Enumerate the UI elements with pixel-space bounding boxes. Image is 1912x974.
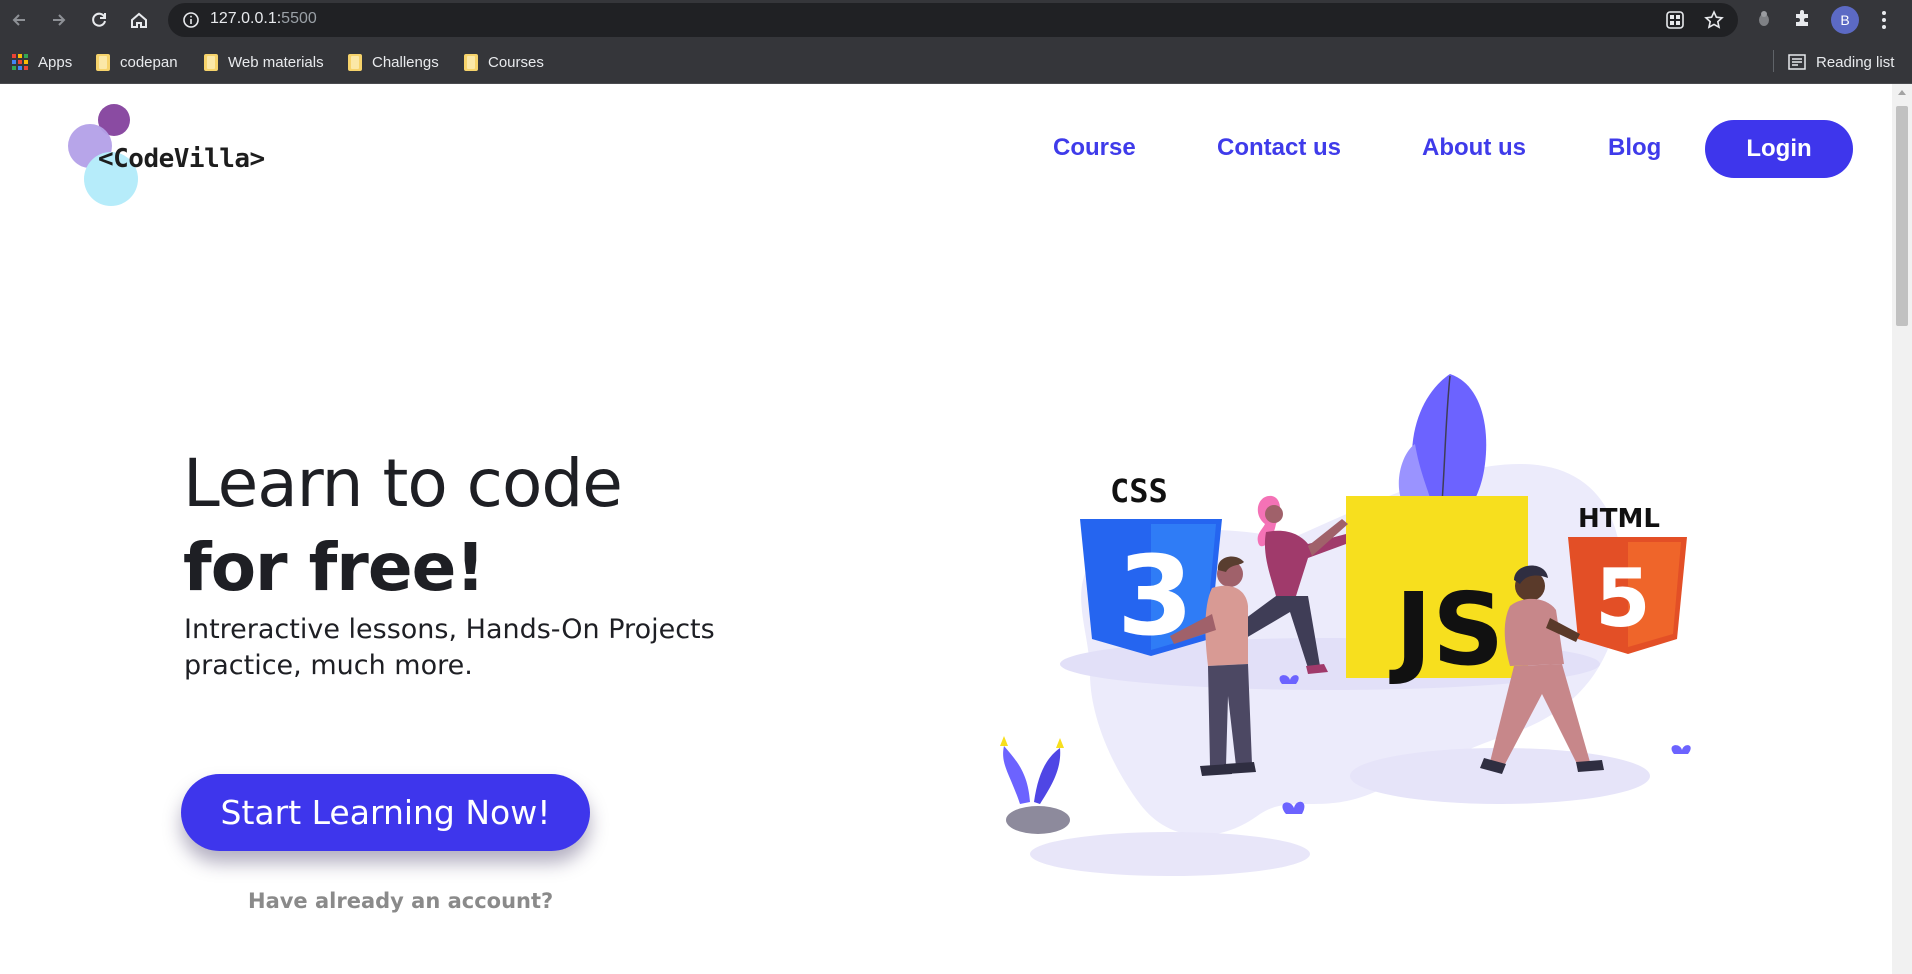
more-menu-icon[interactable] [1872, 8, 1896, 32]
home-icon [131, 12, 147, 28]
css-logo-label: CSS [1110, 472, 1168, 510]
start-learning-button[interactable]: Start Learning Now! [181, 774, 590, 851]
purple-plant [1003, 746, 1030, 804]
nav-link-about-us[interactable]: About us [1422, 134, 1526, 162]
page-viewport: <CodeVilla> Course Contact us About us B… [0, 84, 1892, 974]
forward-button[interactable] [44, 5, 74, 35]
bookmark-challengs[interactable]: Challengs [348, 50, 439, 74]
url-port: 5500 [281, 10, 317, 27]
html-number: 5 [1595, 552, 1651, 645]
scroll-up-arrow-icon[interactable] [1898, 90, 1906, 95]
bookmark-label: codepan [120, 53, 178, 71]
bookmark-label: Apps [38, 53, 73, 71]
logo-text: <CodeVilla> [98, 144, 265, 174]
bookmark-label: Courses [488, 53, 544, 71]
reload-button[interactable] [84, 5, 114, 35]
folder-icon [464, 53, 478, 71]
man2-jacket [1504, 598, 1564, 666]
bookmark-web-materials[interactable]: Web materials [204, 50, 324, 74]
bookmark-codepan[interactable]: codepan [96, 50, 178, 74]
html-logo-label: HTML [1578, 504, 1660, 534]
small-plant [1671, 745, 1691, 754]
address-bar[interactable]: 127.0.0.1:5500 [168, 3, 1738, 37]
profile-avatar[interactable]: B [1831, 6, 1859, 34]
hero-title-line1: Learn to code [183, 445, 623, 522]
login-button[interactable]: Login [1705, 120, 1853, 178]
arrow-left-icon [12, 14, 25, 26]
folder-icon [96, 53, 110, 71]
js-logo-label: JS [1389, 571, 1504, 688]
reload-icon [92, 12, 106, 27]
reading-list-icon [1788, 54, 1806, 70]
bookmark-label: Web materials [228, 53, 324, 71]
rock [1006, 806, 1070, 834]
apps-grid-icon [12, 54, 28, 70]
qr-code-icon[interactable] [1665, 10, 1685, 30]
folder-icon [348, 53, 362, 71]
shadow-ellipse [1030, 832, 1310, 876]
bookmarks-bar: Apps codepan Web materials Challengs Cou… [0, 40, 1912, 84]
home-button[interactable] [124, 5, 154, 35]
info-icon[interactable] [182, 11, 200, 29]
hero-title: Learn to code for free! [183, 442, 623, 610]
arrow-right-icon [53, 14, 66, 26]
back-button[interactable] [4, 5, 34, 35]
scrollbar-thumb[interactable] [1896, 106, 1908, 326]
bookmark-apps[interactable]: Apps [12, 50, 72, 74]
hero-illustration: CSS 3 JS HTML 5 [1000, 374, 1691, 876]
folder-icon [204, 53, 218, 71]
url-host: 127.0.0.1: [210, 10, 282, 27]
page-scrollbar[interactable] [1892, 84, 1912, 974]
extension-icon[interactable] [1753, 7, 1775, 29]
nav-link-contact-us[interactable]: Contact us [1217, 134, 1341, 162]
nav-link-course[interactable]: Course [1053, 134, 1136, 162]
site-logo[interactable]: <CodeVilla> [68, 104, 298, 206]
bookmark-label: Challengs [372, 53, 439, 71]
star-icon[interactable] [1704, 10, 1724, 30]
bookmark-courses[interactable]: Courses [464, 50, 544, 74]
have-account-link[interactable]: Have already an account? [248, 889, 553, 913]
nav-link-blog[interactable]: Blog [1608, 134, 1661, 162]
puzzle-icon[interactable] [1792, 7, 1814, 29]
bookmarks-divider [1773, 50, 1774, 72]
reading-list-button[interactable]: Reading list [1788, 50, 1894, 74]
hero-subtitle: Intreractive lessons, Hands-On Projects … [184, 614, 715, 681]
reading-list-label: Reading list [1816, 53, 1895, 71]
browser-toolbar: 127.0.0.1:5500 B [0, 0, 1912, 40]
url-text: 127.0.0.1:5500 [210, 10, 317, 28]
hero-title-line2: for free! [183, 529, 485, 606]
